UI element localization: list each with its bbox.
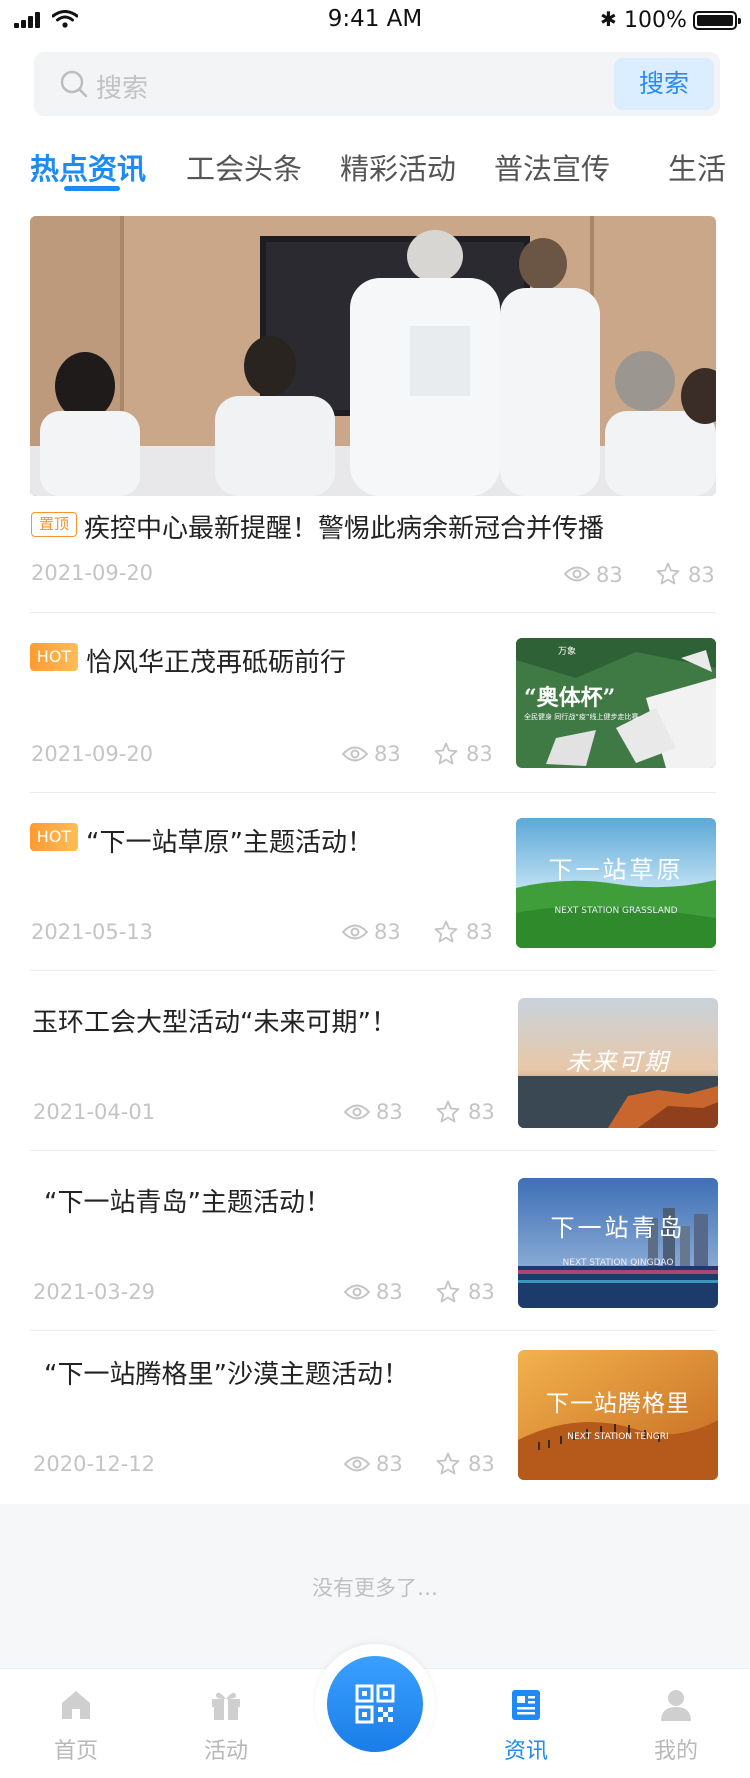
news-title[interactable]: 恰风华正茂再砥砺前行 bbox=[86, 642, 346, 679]
no-more-text: 没有更多了… bbox=[312, 1576, 438, 1600]
nav-mine[interactable]: 我的 bbox=[616, 1669, 736, 1778]
news-views: 83 bbox=[376, 1280, 403, 1304]
divider bbox=[30, 1330, 716, 1331]
search-icon bbox=[60, 70, 88, 98]
hot-badge: HOT bbox=[30, 823, 78, 851]
news-date: 2020-12-12 bbox=[33, 1452, 156, 1476]
tab-events[interactable]: 精彩活动 bbox=[340, 146, 456, 188]
news-title[interactable]: 玉环工会大型活动“未来可期”！ bbox=[32, 1002, 397, 1039]
news-title[interactable]: “下一站青岛”主题活动！ bbox=[44, 1182, 331, 1219]
thumb-subtitle: NEXT STATION QINGDAO bbox=[562, 1258, 674, 1268]
gift-icon bbox=[212, 1692, 240, 1720]
divider bbox=[30, 612, 716, 613]
thumb-title: 下一站青岛 bbox=[550, 1214, 686, 1242]
featured-stars: 83 bbox=[688, 563, 715, 587]
star-icon[interactable] bbox=[434, 742, 458, 765]
battery-icon bbox=[693, 11, 741, 30]
divider bbox=[30, 792, 716, 793]
news-date: 2021-09-20 bbox=[31, 742, 154, 766]
news-stars: 83 bbox=[468, 1452, 495, 1476]
search-bar[interactable]: 搜索 搜索 bbox=[34, 52, 720, 116]
thumb-title: 下一站草原 bbox=[548, 856, 684, 884]
thumb-title: 下一站腾格里 bbox=[546, 1391, 690, 1417]
bluetooth-icon: ✱ bbox=[600, 7, 617, 31]
thumb-subtitle: NEXT STATION GRASSLAND bbox=[554, 906, 678, 916]
news-icon bbox=[512, 1690, 540, 1720]
nav-label: 资讯 bbox=[503, 1739, 548, 1764]
thumb-tag: 万象 bbox=[558, 647, 577, 657]
tab-legal[interactable]: 普法宣传 bbox=[494, 146, 610, 188]
news-thumbnail[interactable]: 未来可期 bbox=[518, 998, 718, 1128]
divider bbox=[30, 970, 716, 971]
news-stars: 83 bbox=[468, 1100, 495, 1124]
news-views: 83 bbox=[374, 742, 401, 766]
search-button[interactable]: 搜索 bbox=[614, 58, 714, 110]
news-stars: 83 bbox=[466, 920, 493, 944]
news-stars: 83 bbox=[468, 1280, 495, 1304]
news-views: 83 bbox=[376, 1452, 403, 1476]
news-date: 2021-05-13 bbox=[31, 920, 154, 944]
news-thumbnail[interactable]: 下一站腾格里 NEXT STATION TENGRI bbox=[518, 1350, 718, 1480]
nav-label: 我的 bbox=[653, 1739, 698, 1764]
eye-icon bbox=[564, 566, 590, 582]
news-views: 83 bbox=[374, 920, 401, 944]
nav-activity[interactable]: 活动 bbox=[166, 1669, 286, 1778]
tab-indicator bbox=[64, 186, 120, 191]
qr-code-icon bbox=[355, 1684, 395, 1724]
nav-news[interactable]: 资讯 bbox=[466, 1669, 586, 1778]
news-date: 2021-03-29 bbox=[33, 1280, 156, 1304]
news-stars: 83 bbox=[466, 742, 493, 766]
thumb-subtitle: 全民健身 同行战“疫”线上健步走比赛 bbox=[524, 713, 639, 721]
eye-icon bbox=[344, 1456, 370, 1472]
news-thumbnail[interactable]: 下一站草原 NEXT STATION GRASSLAND bbox=[516, 818, 716, 948]
nav-label: 活动 bbox=[203, 1739, 248, 1764]
news-views: 83 bbox=[376, 1100, 403, 1124]
search-input[interactable]: 搜索 bbox=[96, 68, 148, 105]
home-icon bbox=[62, 1691, 90, 1719]
tab-life[interactable]: 生活 bbox=[668, 146, 726, 188]
nav-home[interactable]: 首页 bbox=[16, 1669, 136, 1778]
battery-percent: 100% bbox=[624, 8, 687, 33]
news-title[interactable]: “下一站腾格里”沙漠主题活动！ bbox=[44, 1354, 409, 1391]
eye-icon bbox=[342, 746, 368, 762]
hot-badge: HOT bbox=[30, 643, 78, 671]
star-icon[interactable] bbox=[434, 920, 458, 943]
thumb-subtitle: NEXT STATION TENGRI bbox=[567, 1432, 669, 1442]
tab-union-headlines[interactable]: 工会头条 bbox=[186, 146, 302, 188]
tab-hot-news[interactable]: 热点资讯 bbox=[30, 146, 146, 188]
featured-title[interactable]: 疾控中心最新提醒！警惕此病余新冠合并传播 bbox=[84, 508, 604, 545]
nav-label: 首页 bbox=[53, 1739, 98, 1764]
status-bar: 9:41 AM ✱ 100% bbox=[0, 0, 750, 40]
scan-button[interactable] bbox=[327, 1656, 423, 1752]
star-icon[interactable] bbox=[436, 1452, 460, 1475]
thumb-title: 未来可期 bbox=[566, 1048, 670, 1076]
user-icon bbox=[661, 1690, 691, 1721]
eye-icon bbox=[344, 1284, 370, 1300]
featured-image[interactable] bbox=[30, 216, 716, 496]
pinned-badge: 置顶 bbox=[31, 512, 77, 537]
eye-icon bbox=[342, 924, 368, 940]
news-thumbnail[interactable]: 下一站青岛 NEXT STATION QINGDAO bbox=[518, 1178, 718, 1308]
divider bbox=[30, 1150, 716, 1151]
news-date: 2021-04-01 bbox=[33, 1100, 156, 1124]
star-icon[interactable] bbox=[656, 562, 680, 585]
featured-views: 83 bbox=[596, 563, 623, 587]
eye-icon bbox=[344, 1104, 370, 1120]
thumb-title: “奥体杯” bbox=[524, 685, 616, 711]
featured-date: 2021-09-20 bbox=[31, 561, 154, 585]
news-thumbnail[interactable]: “奥体杯” 全民健身 同行战“疫”线上健步走比赛 万象 bbox=[516, 638, 716, 768]
star-icon[interactable] bbox=[436, 1280, 460, 1303]
news-title[interactable]: “下一站草原”主题活动！ bbox=[86, 822, 373, 859]
star-icon[interactable] bbox=[436, 1100, 460, 1123]
